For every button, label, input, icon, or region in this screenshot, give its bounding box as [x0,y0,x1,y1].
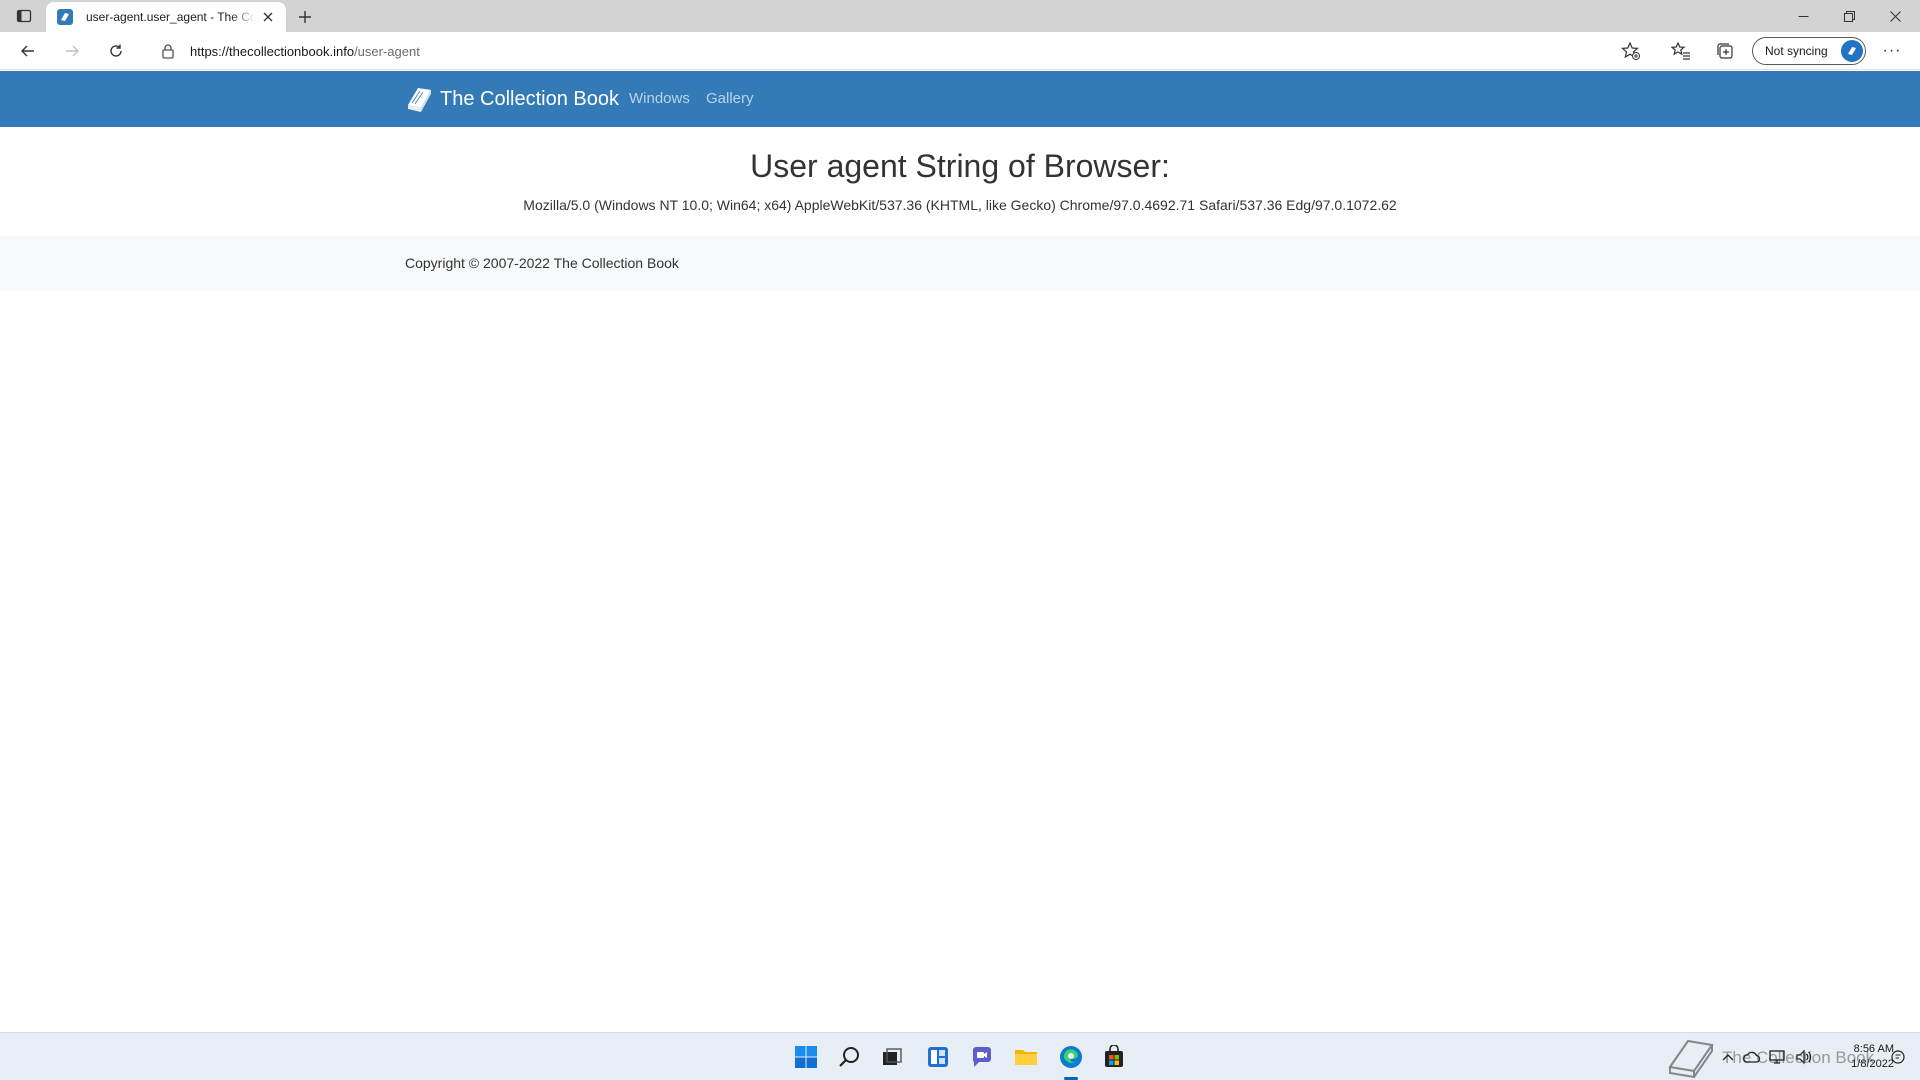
lock-icon[interactable] [160,43,176,59]
sync-label: Not syncing [1765,44,1828,58]
copyright-text: Copyright © 2007-2022 The Collection Boo… [405,255,679,271]
favicon-icon [57,9,73,25]
site-brand-link[interactable]: The Collection Book [404,85,619,113]
tab-title: user-agent.user_agent - The Collection B… [86,10,256,24]
close-window-icon[interactable] [1872,0,1918,32]
refresh-icon[interactable] [102,37,130,65]
nav-link-gallery[interactable]: Gallery [706,90,754,107]
browser-toolbar: https://thecollectionbook.info/user-agen… [0,32,1920,70]
brand-text: The Collection Book [440,87,619,110]
clock-date: 1/8/2022 [1851,1058,1894,1070]
book-logo-icon [408,88,431,112]
show-hidden-icons-icon[interactable] [1718,1047,1738,1067]
widgets-icon[interactable] [924,1043,952,1071]
browser-tab[interactable]: user-agent.user_agent - The Collection B… [46,2,286,32]
tab-close-icon[interactable] [260,9,276,25]
restore-icon[interactable] [1826,0,1872,32]
url-host: https://thecollectionbook.info [190,43,355,59]
store-icon[interactable] [1100,1043,1128,1071]
minimize-icon[interactable] [1780,0,1826,32]
url-text: https://thecollectionbook.info/user-agen… [190,44,420,59]
url-path: /user-agent [354,43,420,59]
user-agent-string: Mozilla/5.0 (Windows NT 10.0; Win64; x64… [523,197,1397,213]
start-icon[interactable] [792,1043,820,1071]
site-footer: Copyright © 2007-2022 The Collection Boo… [0,236,1920,291]
not-syncing-button[interactable]: Not syncing [1752,37,1866,65]
task-view-icon[interactable] [878,1043,906,1071]
watermark-book-icon [1668,1039,1714,1079]
add-favorite-icon[interactable] [1620,40,1642,62]
nav-link-windows[interactable]: Windows [629,90,690,107]
back-icon[interactable] [14,37,42,65]
system-clock[interactable]: 8:56 AM 1/8/2022 [1824,1042,1894,1072]
file-explorer-icon[interactable] [1012,1043,1040,1071]
favorites-icon[interactable] [1670,40,1692,62]
more-menu-icon[interactable]: ··· [1880,40,1904,62]
tab-actions-icon[interactable] [10,6,38,26]
display-icon[interactable] [1768,1047,1788,1067]
search-icon[interactable] [836,1043,864,1071]
new-tab-icon[interactable] [294,6,316,28]
forward-icon[interactable] [58,37,86,65]
taskbar: The Collection Book 8:56 AM 1/8/2022 [0,1032,1920,1080]
onedrive-icon[interactable] [1742,1047,1762,1067]
tab-strip: user-agent.user_agent - The Collection B… [0,0,1920,32]
chat-icon[interactable] [968,1043,996,1071]
notifications-icon[interactable] [1888,1047,1908,1067]
clock-time: 8:56 AM [1853,1043,1894,1055]
volume-icon[interactable] [1794,1047,1814,1067]
site-navbar: The Collection Book Windows Gallery [0,71,1920,127]
address-bar[interactable]: https://thecollectionbook.info/user-agen… [146,36,1646,66]
collections-icon[interactable] [1714,40,1736,62]
page-title: User agent String of Browser: [750,148,1170,184]
profile-avatar-icon [1841,40,1863,62]
edge-icon[interactable] [1057,1043,1085,1071]
